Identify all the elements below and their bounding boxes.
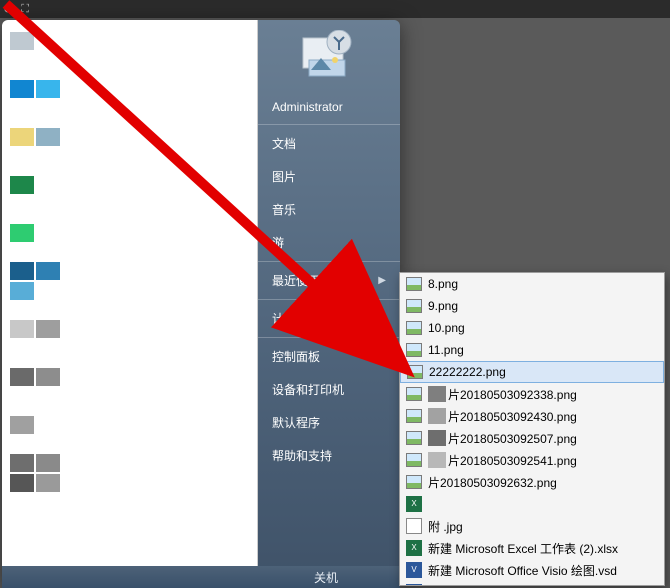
file-name-label: 片20180503092338.png (448, 386, 577, 403)
start-menu-places-pane: Administrator 文档图片音乐游最近使用 项目 ▶ 计算机控制面板设备和打… (258, 20, 400, 588)
places-item-label: 控制面板 (272, 348, 320, 365)
recent-file-item[interactable]: X (400, 493, 664, 515)
places-item-label: 文档 (272, 135, 296, 152)
file-name-label: 片20180503092541.png (448, 452, 577, 469)
program-item[interactable] (2, 218, 257, 248)
file-name-label: 9.png (428, 299, 458, 313)
file-thumbnail (428, 386, 446, 402)
img-icon (406, 276, 422, 292)
img-icon (407, 364, 423, 380)
recent-file-item[interactable]: 22222222.png (400, 361, 664, 383)
program-item[interactable] (2, 266, 257, 296)
places-item-label: 计算机 (272, 310, 308, 327)
docx-icon: W (406, 584, 422, 586)
img-icon (406, 320, 422, 336)
txt-icon (406, 518, 422, 534)
places-item[interactable]: 帮助和支持 (258, 439, 400, 472)
start-menu-footer: 关机 (2, 566, 400, 588)
chevron-right-icon: ▶ (378, 275, 386, 286)
places-item-label: 最近使用 项目 (272, 272, 347, 289)
recent-file-item[interactable]: 片20180503092507.png (400, 427, 664, 449)
program-item[interactable] (2, 362, 257, 392)
places-item-label: 设备和打印机 (272, 381, 344, 398)
file-name-label: 10.png (428, 321, 465, 335)
file-name-label: 片20180503092507.png (448, 430, 577, 447)
places-item[interactable]: 计算机 (258, 302, 400, 338)
xlsx-icon: X (406, 496, 422, 512)
user-name-label: Administrator (272, 100, 343, 114)
program-item[interactable] (2, 122, 257, 152)
recent-file-item[interactable]: 片20180503092430.png (400, 405, 664, 427)
recent-file-item[interactable]: V 新建 Microsoft Office Visio 绘图.vsd (400, 559, 664, 581)
user-picture-icon[interactable] (301, 30, 357, 82)
places-item[interactable]: 音乐 (258, 193, 400, 226)
xlsx-icon: X (406, 540, 422, 556)
img-icon (406, 408, 422, 424)
img-icon (406, 452, 422, 468)
places-item[interactable]: 图片 (258, 160, 400, 193)
file-name-label: 新建 Microsoft Word 文档 (5).docx (428, 584, 610, 587)
img-icon (406, 342, 422, 358)
recent-file-item[interactable]: W 新建 Microsoft Word 文档 (5).docx (400, 581, 664, 586)
vsd-icon: V (406, 562, 422, 578)
start-menu: Administrator 文档图片音乐游最近使用 项目 ▶ 计算机控制面板设备和打… (2, 20, 400, 588)
expand-icon[interactable]: ⛶ (21, 3, 29, 16)
program-item[interactable] (2, 410, 257, 440)
places-item-label: 图片 (272, 168, 296, 185)
file-name-label: 新建 Microsoft Office Visio 绘图.vsd (428, 562, 617, 579)
file-name-label: 新建 Microsoft Excel 工作表 (2).xlsx (428, 540, 618, 557)
recent-file-item[interactable]: 片20180503092541.png (400, 449, 664, 471)
img-icon (406, 474, 422, 490)
recent-file-item[interactable]: 附 .jpg (400, 515, 664, 537)
start-menu-programs-pane (2, 20, 258, 588)
program-item[interactable] (2, 74, 257, 104)
img-icon (406, 430, 422, 446)
recent-file-item[interactable]: 片20180503092338.png (400, 383, 664, 405)
file-name-label: 8.png (428, 277, 458, 291)
img-icon (406, 386, 422, 402)
user-name-item[interactable]: Administrator (258, 92, 400, 125)
program-item[interactable] (2, 314, 257, 344)
file-name-label: 片20180503092632.png (428, 474, 557, 491)
places-item-label: 帮助和支持 (272, 447, 332, 464)
places-item[interactable]: 设备和打印机 (258, 373, 400, 406)
recent-file-item[interactable]: 10.png (400, 317, 664, 339)
file-thumbnail (428, 452, 446, 468)
recent-file-item[interactable]: 11.png (400, 339, 664, 361)
rotate-icon[interactable]: ⟳ (4, 3, 13, 16)
recent-file-item[interactable]: 8.png (400, 273, 664, 295)
places-item[interactable]: 默认程序 (258, 406, 400, 439)
recent-file-item[interactable]: 9.png (400, 295, 664, 317)
recent-file-item[interactable]: X 新建 Microsoft Excel 工作表 (2).xlsx (400, 537, 664, 559)
places-item[interactable]: 最近使用 项目 ▶ (258, 264, 400, 300)
program-item[interactable] (2, 170, 257, 200)
recent-file-item[interactable]: 片20180503092632.png (400, 471, 664, 493)
places-item-label: 游 (272, 234, 284, 251)
img-icon (406, 298, 422, 314)
file-name-label: 附 .jpg (428, 518, 463, 535)
recent-items-submenu: 8.png 9.png 10.png 11.png 22222222.png 片20180… (399, 272, 665, 586)
places-item-label: 默认程序 (272, 414, 320, 431)
program-item[interactable] (2, 26, 257, 56)
places-item[interactable]: 控制面板 (258, 340, 400, 373)
file-thumbnail (428, 430, 446, 446)
shutdown-button[interactable]: 关机 (314, 569, 338, 586)
places-item[interactable]: 文档 (258, 127, 400, 160)
program-item[interactable] (2, 458, 257, 488)
places-item-label: 音乐 (272, 201, 296, 218)
places-item[interactable]: 游 (258, 226, 400, 262)
app-toolbar: ⟳ ⛶ (0, 0, 670, 18)
file-name-label: 11.png (428, 343, 464, 357)
file-name-label: 片20180503092430.png (448, 408, 577, 425)
file-name-label: 22222222.png (429, 365, 506, 379)
file-thumbnail (428, 408, 446, 424)
